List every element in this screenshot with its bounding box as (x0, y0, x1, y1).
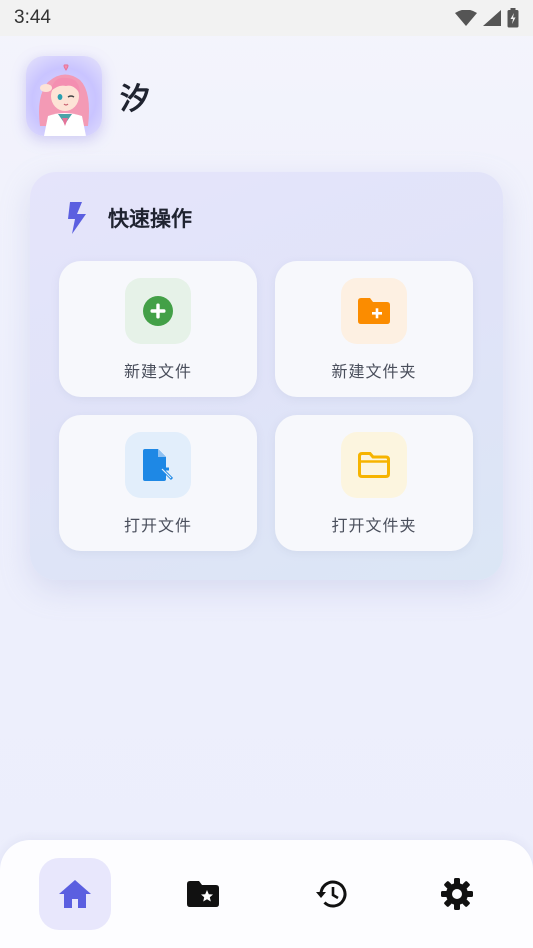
file-open-icon (143, 449, 173, 481)
open-folder-button[interactable]: 打开文件夹 (275, 415, 473, 551)
new-file-icon-box (125, 278, 191, 344)
lightning-icon (68, 202, 86, 234)
signal-icon (483, 10, 501, 26)
wifi-icon (455, 10, 477, 26)
bottom-nav (0, 840, 533, 948)
new-file-button[interactable]: 新建文件 (59, 261, 257, 397)
home-icon (59, 880, 91, 908)
quick-actions-title: 快速操作 (108, 207, 192, 231)
open-file-button[interactable]: 打开文件 (59, 415, 257, 551)
open-folder-icon-box (341, 432, 407, 498)
nav-history[interactable] (295, 858, 367, 930)
open-file-label: 打开文件 (123, 516, 192, 535)
new-file-label: 新建文件 (123, 362, 192, 381)
status-icons (455, 8, 519, 28)
history-icon (316, 880, 347, 908)
open-folder-label: 打开文件夹 (331, 516, 417, 535)
avatar[interactable] (26, 56, 102, 136)
add-circle-icon (143, 296, 173, 326)
new-folder-button[interactable]: 新建文件夹 (275, 261, 473, 397)
open-file-icon-box (125, 432, 191, 498)
profile-header: 汐 (26, 56, 150, 136)
profile-name: 汐 (120, 82, 150, 117)
battery-icon (507, 8, 519, 28)
nav-settings[interactable] (421, 858, 493, 930)
folder-add-icon (358, 298, 390, 324)
status-time: 3:44 (14, 7, 51, 28)
gear-icon (441, 878, 473, 910)
status-bar: 3:44 (0, 0, 533, 36)
new-folder-label: 新建文件夹 (331, 362, 417, 381)
quick-actions-card: 快速操作 新建文件 新建文件夹 打开文件 打开文件夹 (30, 172, 503, 580)
new-folder-icon-box (341, 278, 407, 344)
quick-actions-header: 快速操作 (66, 202, 192, 234)
folder-open-icon (358, 452, 390, 478)
folder-star-icon (187, 881, 219, 907)
nav-favorites[interactable] (167, 858, 239, 930)
nav-home[interactable] (39, 858, 111, 930)
